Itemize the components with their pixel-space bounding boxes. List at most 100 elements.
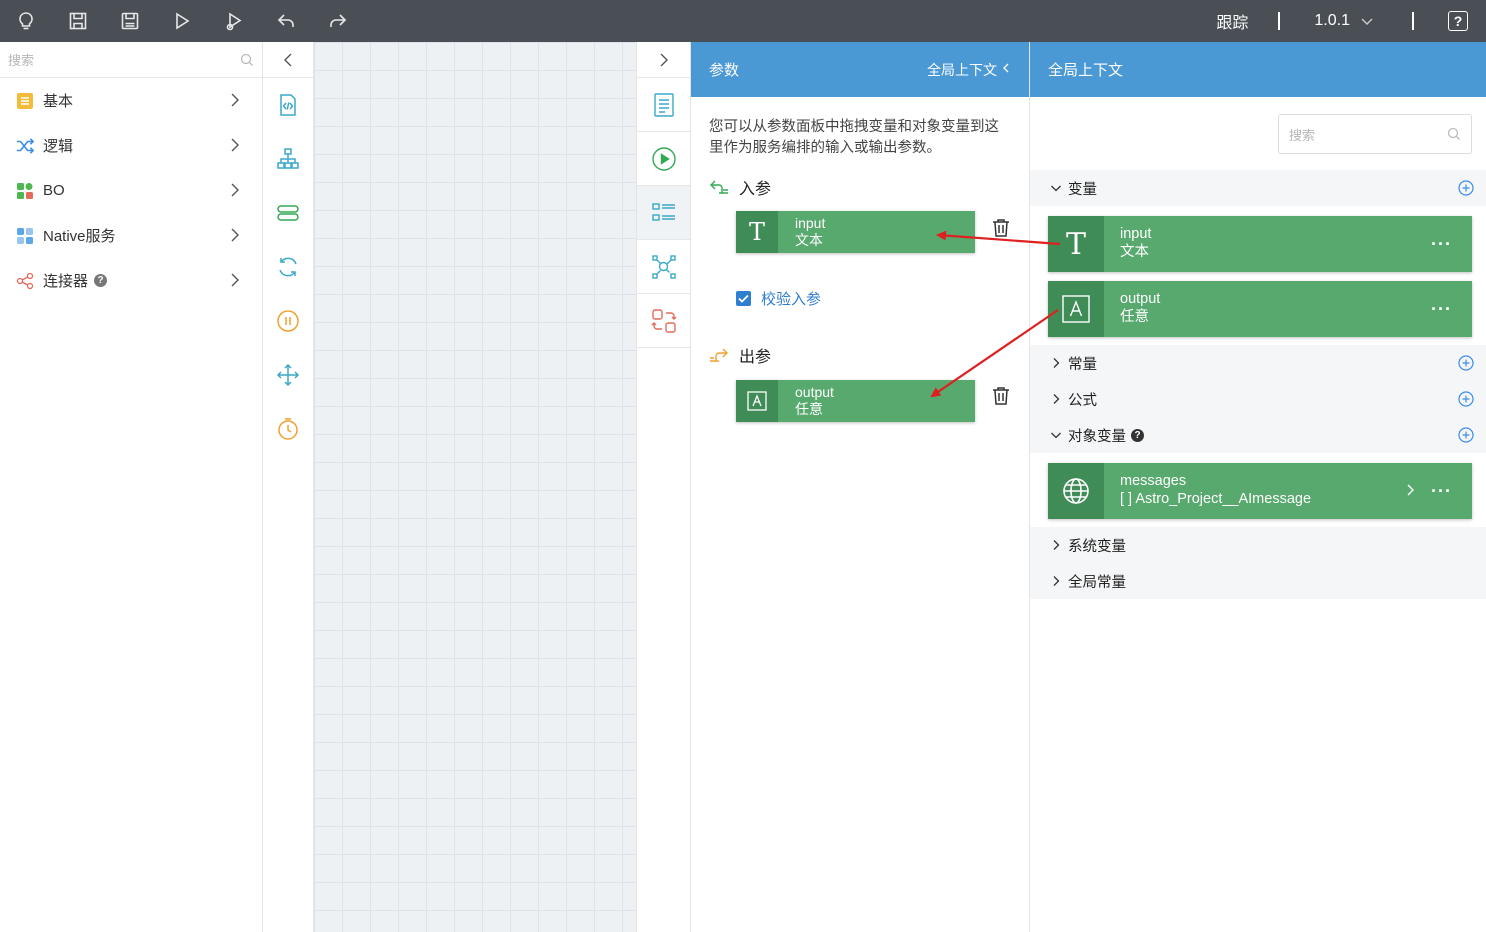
help-icon[interactable]: ? xyxy=(1448,11,1468,31)
shuffle-icon xyxy=(16,137,34,155)
add-object-variable-icon[interactable] xyxy=(1458,427,1474,443)
redo-icon[interactable] xyxy=(312,0,364,42)
category-bo[interactable]: BO xyxy=(0,168,262,213)
global-context-link[interactable]: 全局上下文 xyxy=(927,60,1011,80)
text-type-icon: T xyxy=(1048,216,1104,272)
chevron-down-icon xyxy=(1361,18,1373,25)
output-arrow-icon xyxy=(710,348,728,362)
tab-basic-info[interactable] xyxy=(637,78,690,132)
divider xyxy=(1412,12,1414,30)
script-node-button[interactable] xyxy=(263,78,313,132)
chevron-right-icon xyxy=(231,228,239,242)
loop-icon xyxy=(279,257,297,277)
run-icon[interactable] xyxy=(156,0,208,42)
more-options-button[interactable]: ··· xyxy=(1431,481,1452,502)
context-search-input[interactable]: 搜索 xyxy=(1278,114,1472,154)
search-icon xyxy=(240,53,253,66)
search-icon xyxy=(1447,127,1460,140)
group-system-variables[interactable]: 系统变量 xyxy=(1030,527,1486,563)
checkbox-checked[interactable] xyxy=(736,291,751,306)
variable-type: [ ] Astro_Project__AImessage xyxy=(1120,491,1312,507)
variable-name: input xyxy=(1120,226,1152,242)
group-global-constants[interactable]: 全局常量 xyxy=(1030,563,1486,599)
chevron-right-icon xyxy=(231,183,239,197)
variable-name: output xyxy=(1120,291,1161,307)
input-param-card[interactable]: T input 文本 xyxy=(736,211,975,253)
trace-button[interactable]: 跟踪 xyxy=(1216,9,1248,33)
bo-icon xyxy=(16,182,34,200)
input-section-title: 入参 xyxy=(709,175,771,199)
parameters-panel: 参数 全局上下文 您可以从参数面板中拖拽变量和对象变量到这里作为服务编排的输入或… xyxy=(691,42,1030,932)
more-options-button[interactable]: ··· xyxy=(1431,299,1452,320)
debug-icon[interactable] xyxy=(208,0,260,42)
validate-input-checkbox[interactable]: 校验入参 xyxy=(736,288,821,309)
global-context-label: 全局上下文 xyxy=(927,61,997,78)
category-label: 逻辑 xyxy=(43,138,74,155)
loop-node-button[interactable] xyxy=(263,240,313,294)
group-constants[interactable]: 常量 xyxy=(1030,345,1486,381)
flow-canvas[interactable] xyxy=(314,42,636,932)
group-variables[interactable]: 变量 xyxy=(1030,170,1486,206)
trash-icon[interactable] xyxy=(992,386,1010,406)
text-type-icon: T xyxy=(736,211,778,253)
collapse-left-button[interactable] xyxy=(263,42,313,78)
category-logic[interactable]: 逻辑 xyxy=(0,123,262,168)
network-search-icon xyxy=(651,254,676,279)
chevron-down-icon xyxy=(1051,185,1061,192)
clock-icon xyxy=(278,418,298,440)
variable-card-output[interactable]: output 任意 ··· xyxy=(1048,281,1472,337)
timer-node-button[interactable] xyxy=(263,402,313,456)
add-formula-icon[interactable] xyxy=(1458,391,1474,407)
variable-type: 任意 xyxy=(1120,309,1149,325)
variable-card-input[interactable]: T input 文本 ··· xyxy=(1048,216,1472,272)
output-param-card[interactable]: output 任意 xyxy=(736,380,975,422)
assign-node-button[interactable] xyxy=(263,348,313,402)
chevron-right-icon xyxy=(231,273,239,287)
add-constant-icon[interactable] xyxy=(1458,355,1474,371)
category-label: BO xyxy=(43,182,65,199)
database-node-button[interactable] xyxy=(263,186,313,240)
tab-parameters[interactable] xyxy=(637,186,690,240)
share-icon xyxy=(16,272,34,290)
top-toolbar: 跟踪 1.0.1 ? xyxy=(0,0,1486,42)
chevron-right-icon xyxy=(231,93,239,107)
category-connector[interactable]: 连接器 ? xyxy=(0,258,262,303)
undo-icon[interactable] xyxy=(260,0,312,42)
save-as-icon[interactable] xyxy=(104,0,156,42)
list-document-icon xyxy=(653,92,674,117)
version-select[interactable]: 1.0.1 xyxy=(1314,12,1374,30)
panel-title: 参数 xyxy=(709,62,740,79)
group-label: 变量 xyxy=(1068,181,1097,198)
more-options-button[interactable]: ··· xyxy=(1431,234,1452,255)
pause-icon xyxy=(277,310,299,332)
tab-start[interactable] xyxy=(637,132,690,186)
group-object-variables[interactable]: 对象变量 ? xyxy=(1030,417,1486,453)
param-name: input xyxy=(795,215,826,231)
trash-icon[interactable] xyxy=(992,218,1010,238)
chevron-right-icon[interactable] xyxy=(1406,483,1416,497)
wait-node-button[interactable] xyxy=(263,294,313,348)
parameters-header: 参数 全局上下文 xyxy=(691,42,1029,97)
any-type-icon xyxy=(736,380,778,422)
basic-icon xyxy=(16,92,34,110)
collapse-right-button[interactable] xyxy=(637,42,690,78)
category-basic[interactable]: 基本 xyxy=(0,78,262,123)
add-variable-icon[interactable] xyxy=(1458,180,1474,196)
chevron-right-icon xyxy=(1053,540,1060,550)
tab-transform[interactable] xyxy=(637,294,690,348)
group-formula[interactable]: 公式 xyxy=(1030,381,1486,417)
swap-icon xyxy=(651,308,676,333)
play-circle-icon xyxy=(651,146,676,171)
component-search-input[interactable]: 搜索 xyxy=(0,42,262,78)
tab-context[interactable] xyxy=(637,240,690,294)
object-variable-card-messages[interactable]: messages [ ] Astro_Project__AImessage ··… xyxy=(1048,463,1472,519)
bulb-icon[interactable] xyxy=(0,0,52,42)
subflow-node-button[interactable] xyxy=(263,132,313,186)
help-icon[interactable]: ? xyxy=(94,274,108,287)
chevron-left-icon xyxy=(1003,63,1009,72)
category-native-service[interactable]: Native服务 xyxy=(0,213,262,258)
category-label: 基本 xyxy=(43,93,74,110)
any-type-icon xyxy=(1048,281,1104,337)
help-icon[interactable]: ? xyxy=(1131,428,1144,442)
save-icon[interactable] xyxy=(52,0,104,42)
